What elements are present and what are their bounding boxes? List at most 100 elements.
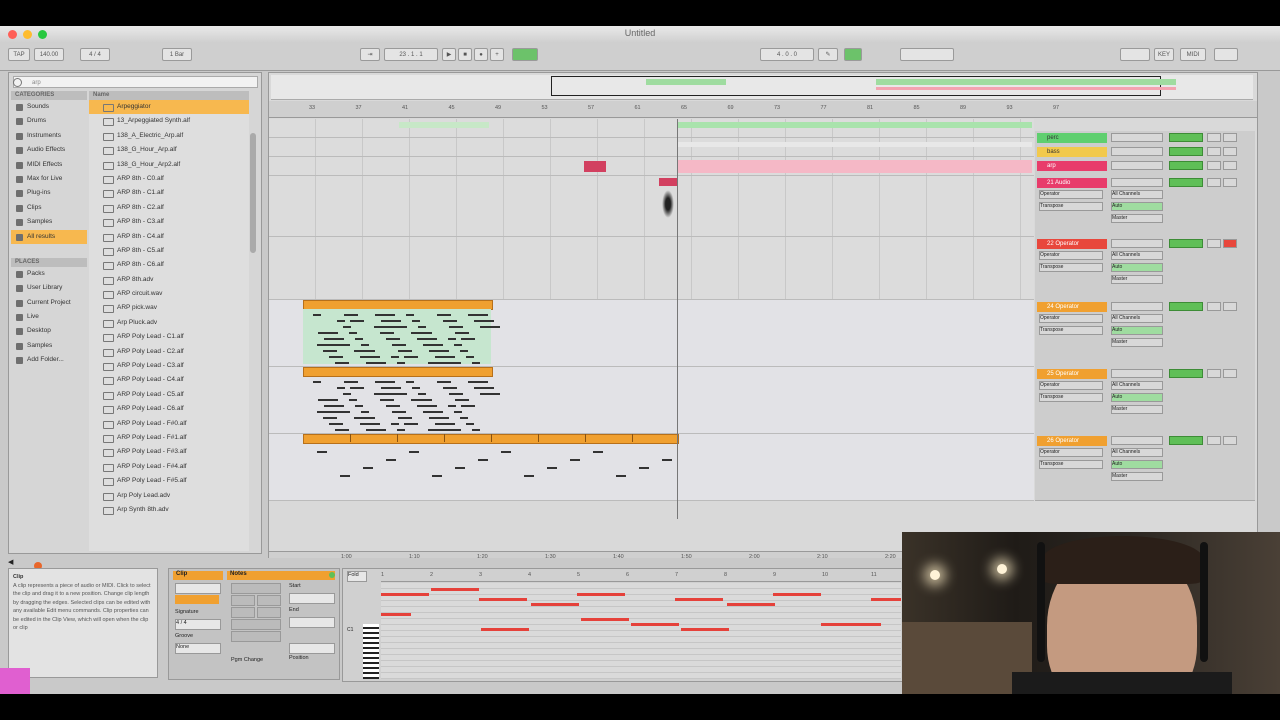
- browser-file-item[interactable]: ARP 8th - C6.alf: [89, 258, 249, 272]
- track-lane-bass[interactable]: [269, 138, 1034, 157]
- midi-ruler[interactable]: 1 2 3 4 5 6 7 8 9 10 11: [381, 571, 901, 582]
- place-item[interactable]: Desktop: [11, 324, 87, 338]
- signature-field[interactable]: 4 / 4: [175, 619, 221, 630]
- arm-button[interactable]: [1223, 147, 1237, 156]
- device-select[interactable]: Operator: [1039, 251, 1103, 260]
- browser-file-item[interactable]: Arp Poly Lead.adv: [89, 489, 249, 503]
- track-name[interactable]: 22 Operator: [1037, 239, 1107, 249]
- input-select[interactable]: [1111, 302, 1163, 311]
- midi-button[interactable]: MIDI: [1180, 48, 1206, 61]
- record-icon[interactable]: ●: [474, 48, 488, 61]
- place-item[interactable]: Packs: [11, 267, 87, 281]
- midi-editor[interactable]: Fold C1 1 2 3 4 5 6 7 8 9 10 11: [342, 568, 904, 682]
- loop-length[interactable]: 4 . 0 . 0: [760, 48, 814, 61]
- browser-file-item[interactable]: ARP 8th - C2.alf: [89, 201, 249, 215]
- note-grid[interactable]: [381, 583, 901, 679]
- channel-select[interactable]: All Channels: [1111, 381, 1163, 390]
- browser-file-item[interactable]: ARP Poly Lead - C5.alf: [89, 388, 249, 402]
- category-item[interactable]: Audio Effects: [11, 143, 87, 157]
- browser-file-item[interactable]: ARP Poly Lead - C1.alf: [89, 330, 249, 344]
- track-activator[interactable]: [1169, 147, 1203, 156]
- track-lane-arp[interactable]: [269, 157, 1034, 176]
- launch-mode-select[interactable]: [231, 583, 281, 594]
- punch-region[interactable]: [900, 48, 954, 61]
- audio-clip[interactable]: [659, 178, 677, 186]
- arm-button[interactable]: [1223, 369, 1237, 378]
- loop-switch[interactable]: [844, 48, 862, 61]
- loop-toggle[interactable]: [231, 595, 255, 606]
- solo-button[interactable]: [1207, 147, 1221, 156]
- output-select[interactable]: Master: [1111, 275, 1163, 284]
- output-select[interactable]: Master: [1111, 214, 1163, 223]
- tempo-field[interactable]: 140.00: [34, 48, 64, 61]
- param-select[interactable]: Transpose: [1039, 460, 1103, 469]
- add-icon[interactable]: +: [490, 48, 504, 61]
- browser-file-item[interactable]: ARP Poly Lead - C6.alf: [89, 402, 249, 416]
- output-select[interactable]: Master: [1111, 405, 1163, 414]
- overview-strip[interactable]: [271, 75, 1253, 100]
- arm-button[interactable]: [1223, 133, 1237, 142]
- channel-select[interactable]: All Channels: [1111, 190, 1163, 199]
- solo-button[interactable]: [1207, 133, 1221, 142]
- midi-editor-note[interactable]: [481, 628, 529, 631]
- track-activator[interactable]: [1169, 178, 1203, 187]
- perc-clip[interactable]: [399, 122, 489, 128]
- solo-button[interactable]: [1207, 436, 1221, 445]
- output-select[interactable]: Master: [1111, 338, 1163, 347]
- browser-file-item[interactable]: ARP 8th - C5.alf: [89, 244, 249, 258]
- arp-clip[interactable]: [677, 160, 1032, 173]
- midi-editor-note[interactable]: [675, 598, 723, 601]
- input-select[interactable]: [1111, 178, 1163, 187]
- monitor-auto[interactable]: Auto: [1111, 393, 1163, 402]
- device-select[interactable]: Operator: [1039, 190, 1103, 199]
- warp-toggle[interactable]: [257, 595, 281, 606]
- browser-file-item[interactable]: ARP Poly Lead - C4.alf: [89, 373, 249, 387]
- midi-editor-note[interactable]: [577, 593, 625, 596]
- device-select[interactable]: Operator: [1039, 381, 1103, 390]
- clip-name-field[interactable]: [175, 583, 221, 594]
- channel-select[interactable]: All Channels: [1111, 314, 1163, 323]
- input-select[interactable]: [1111, 239, 1163, 248]
- track-activator[interactable]: [1169, 161, 1203, 170]
- track-name[interactable]: arp: [1037, 161, 1107, 171]
- arm-button[interactable]: [1223, 302, 1237, 311]
- arm-button[interactable]: [1223, 239, 1237, 248]
- arm-button[interactable]: [1223, 161, 1237, 170]
- param-select[interactable]: Transpose: [1039, 202, 1103, 211]
- browser-file-item[interactable]: ARP 8th - C3.alf: [89, 215, 249, 229]
- input-select[interactable]: [1111, 369, 1163, 378]
- midi-editor-note[interactable]: [631, 623, 679, 626]
- track-lane-22-operator[interactable]: [269, 237, 1034, 300]
- meter-field[interactable]: 4 / 4: [80, 48, 110, 61]
- category-item[interactable]: Samples: [11, 215, 87, 229]
- device-select[interactable]: Operator: [1039, 448, 1103, 457]
- browser-file-item[interactable]: Arp Pluck.adv: [89, 316, 249, 330]
- browser-file-item[interactable]: ARP 8th - C1.alf: [89, 186, 249, 200]
- param-select[interactable]: Transpose: [1039, 263, 1103, 272]
- input-select[interactable]: [1111, 133, 1163, 142]
- category-item[interactable]: Clips: [11, 201, 87, 215]
- category-item[interactable]: Plug-ins: [11, 186, 87, 200]
- browser-file-item[interactable]: 138_A_Electric_Arp.alf: [89, 129, 249, 143]
- solo-button[interactable]: [1207, 161, 1221, 170]
- piano-keys[interactable]: [363, 624, 379, 679]
- arm-button[interactable]: [1223, 436, 1237, 445]
- draw-mode-icon[interactable]: ✎: [818, 48, 838, 61]
- track-name[interactable]: perc: [1037, 133, 1107, 143]
- category-item[interactable]: MIDI Effects: [11, 158, 87, 172]
- bass-clip[interactable]: [677, 142, 1032, 147]
- dupe-loop-button[interactable]: [231, 631, 281, 642]
- key-map-button[interactable]: [1120, 48, 1150, 61]
- browser-file-item[interactable]: ARP 8th - C4.alf: [89, 230, 249, 244]
- browser-file-item[interactable]: ARP 8th.adv: [89, 273, 249, 287]
- category-item[interactable]: Drums: [11, 114, 87, 128]
- track-activator[interactable]: [1169, 133, 1203, 142]
- browser-file-item[interactable]: ARP Poly Lead - F#4.alf: [89, 460, 249, 474]
- category-item[interactable]: Instruments: [11, 129, 87, 143]
- midi-editor-note[interactable]: [773, 593, 821, 596]
- category-item[interactable]: All results: [11, 229, 87, 244]
- track-lane-perc[interactable]: [269, 119, 1034, 138]
- position-field[interactable]: [289, 643, 335, 654]
- track-activator[interactable]: [1169, 239, 1203, 248]
- beat-ruler[interactable]: 33 37 41 45 49 53 57 61 65 69 73 77 81 85 89 93 97: [269, 101, 1257, 118]
